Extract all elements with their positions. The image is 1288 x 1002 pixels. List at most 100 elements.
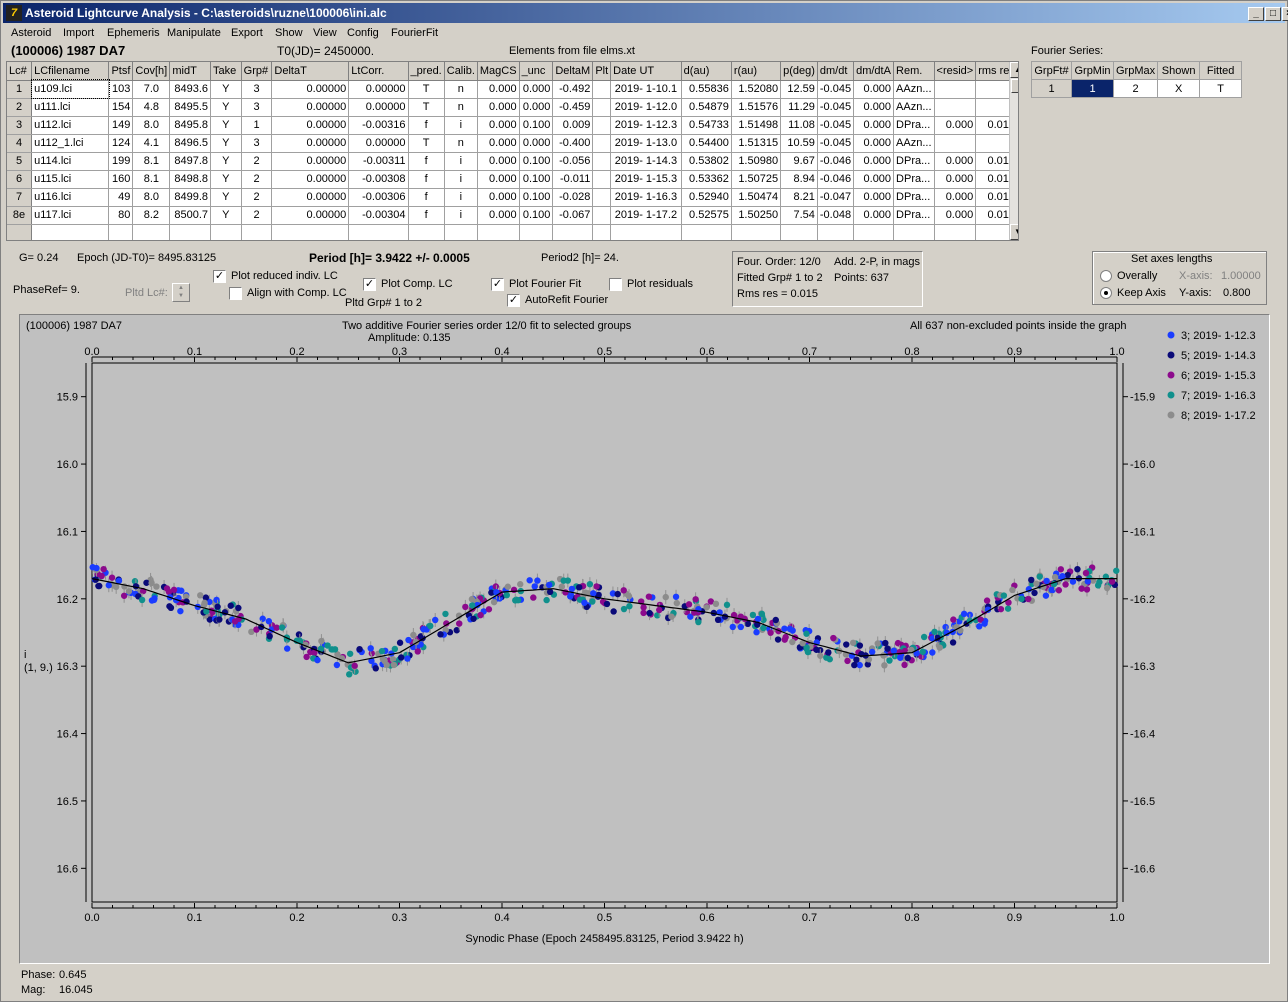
lc-cell[interactable]: 2019- 1-12.0	[610, 98, 682, 117]
lc-cell[interactable]: DPra...	[893, 116, 935, 135]
plot-residuals-checkbox[interactable]	[609, 278, 622, 291]
lc-cell[interactable]: AAzn...	[893, 134, 935, 153]
lc-cell[interactable]	[592, 152, 612, 171]
lc-cell[interactable]: 0.000	[519, 134, 554, 153]
lc-cell[interactable]: 2019- 1-17.2	[610, 206, 682, 225]
lc-cell[interactable]: i	[444, 152, 478, 171]
lc-cell[interactable]: -0.047	[817, 188, 855, 207]
lc-cell[interactable]	[592, 206, 612, 225]
lc-cell[interactable]: 2	[241, 188, 273, 207]
lc-row-number[interactable]: 3	[7, 116, 33, 135]
lc-cell[interactable]: u112.lci	[31, 116, 110, 135]
lc-cell[interactable]: 0.000	[853, 152, 895, 171]
menu-ephemeris[interactable]: Ephemeris	[107, 27, 160, 39]
lc-cell[interactable]: 3	[241, 80, 273, 99]
lc-cell[interactable]: 0.00000	[271, 170, 350, 189]
lc-cell[interactable]: 2019- 1-13.0	[610, 134, 682, 153]
lc-cell[interactable]: Y	[210, 188, 242, 207]
menu-manipulate[interactable]: Manipulate	[167, 27, 221, 39]
lc-cell[interactable]: u117.lci	[31, 206, 110, 225]
lc-cell[interactable]: 199	[108, 152, 134, 171]
lc-cell[interactable]: -0.00316	[348, 116, 409, 135]
menu-view[interactable]: View	[313, 27, 337, 39]
lc-table-row[interactable]: 8e u117.lci 80 8.2 8500.7 Y 2 0.00000 -0.00304 f i…	[7, 206, 1018, 225]
lc-cell[interactable]: 2019- 1-16.3	[610, 188, 682, 207]
lc-cell[interactable]: i	[444, 206, 478, 225]
lc-col-header[interactable]: Calib.	[444, 62, 478, 81]
lc-cell[interactable]: -0.045	[817, 134, 855, 153]
fourier-cell-fitted[interactable]: T	[1199, 79, 1243, 98]
lc-cell[interactable]: 8495.8	[169, 116, 212, 135]
lc-cell[interactable]: -0.00306	[348, 188, 409, 207]
lc-cell[interactable]: 8.0	[132, 188, 171, 207]
lc-cell[interactable]: 0.000	[934, 152, 977, 171]
lc-cell[interactable]: 1.50250	[731, 206, 782, 225]
lc-cell[interactable]: 1.52080	[731, 80, 782, 99]
lc-cell[interactable]: 8497.8	[169, 152, 212, 171]
lc-table-row[interactable]: 2 u111.lci 154 4.8 8495.5 Y 3 0.00000 0.00000 Tn 0…	[7, 98, 1018, 117]
lc-cell[interactable]: 0.54879	[681, 98, 732, 117]
lc-cell[interactable]: 4.8	[132, 98, 171, 117]
plot-reduced-checkbox[interactable]: ✓	[213, 270, 226, 283]
lc-cell[interactable]	[477, 224, 520, 240]
lc-cell[interactable]: -0.045	[817, 116, 855, 135]
lc-cell[interactable]	[31, 224, 110, 240]
lc-cell[interactable]	[592, 224, 612, 240]
lc-col-header[interactable]: LCfilename	[31, 62, 110, 81]
lightcurve-table[interactable]: Lc# LCfilename Ptsf Cov[h] midT Take Grp# Delta…	[6, 61, 1019, 241]
lc-cell[interactable]: 1.51315	[731, 134, 782, 153]
lc-cell[interactable]: 0.000	[934, 206, 977, 225]
lc-cell[interactable]: Y	[210, 206, 242, 225]
lc-cell[interactable]: 160	[108, 170, 134, 189]
lc-cell[interactable]: 0.000	[934, 116, 977, 135]
lc-cell[interactable]: f	[408, 152, 445, 171]
lc-cell[interactable]: 8500.7	[169, 206, 212, 225]
lc-cell[interactable]: 1.51576	[731, 98, 782, 117]
lc-cell[interactable]	[934, 80, 977, 99]
lc-cell[interactable]: u116.lci	[31, 188, 110, 207]
lc-cell[interactable]: -0.00308	[348, 170, 409, 189]
lc-row-number[interactable]: 6	[7, 170, 33, 189]
lc-col-header[interactable]: Take	[210, 62, 242, 81]
lc-cell[interactable]: 0.100	[519, 116, 554, 135]
lc-cell[interactable]: 0.100	[519, 152, 554, 171]
lc-cell[interactable]: 7.0	[132, 80, 171, 99]
lc-cell[interactable]: 0.000	[853, 80, 895, 99]
x-axis-value[interactable]: 1.00000	[1221, 270, 1261, 282]
lc-cell[interactable]: -0.459	[552, 98, 594, 117]
lc-row-number[interactable]: 4	[7, 134, 33, 153]
lc-col-header[interactable]: dm/dtA	[853, 62, 895, 81]
lc-cell[interactable]: 3	[241, 134, 273, 153]
lc-cell[interactable]: 0.100	[519, 188, 554, 207]
lc-cell[interactable]: 0.52940	[681, 188, 732, 207]
lc-cell[interactable]: -0.046	[817, 152, 855, 171]
lc-cell[interactable]	[108, 224, 134, 240]
lc-cell[interactable]: 0.000	[853, 134, 895, 153]
lc-cell[interactable]: 0.00000	[271, 116, 350, 135]
lc-col-header[interactable]: d(au)	[681, 62, 732, 81]
lc-cell[interactable]: Y	[210, 152, 242, 171]
lc-cell[interactable]: 0.53802	[681, 152, 732, 171]
lc-cell[interactable]: f	[408, 170, 445, 189]
lc-cell[interactable]: 1.51498	[731, 116, 782, 135]
lc-cell[interactable]: 0.00000	[348, 98, 409, 117]
fourier-cell-grpft[interactable]: 1	[1031, 79, 1072, 98]
lc-cell[interactable]: Y	[210, 170, 242, 189]
maximize-button[interactable]: □	[1265, 7, 1281, 21]
lc-cell[interactable]: DPra...	[893, 206, 935, 225]
lc-cell[interactable]: 0.000	[853, 188, 895, 207]
lc-cell[interactable]: AAzn...	[893, 98, 935, 117]
fourier-series-table[interactable]: GrpFt# GrpMin GrpMax Shown Fitted 1 1 2 …	[1031, 61, 1243, 98]
lc-cell[interactable]: f	[408, 206, 445, 225]
lc-col-header[interactable]: r(au)	[731, 62, 782, 81]
lc-row-number[interactable]: 5	[7, 152, 33, 171]
lc-col-header[interactable]: Ptsf	[108, 62, 134, 81]
lc-cell[interactable]: 8496.5	[169, 134, 212, 153]
lc-cell[interactable]: 0.00000	[271, 80, 350, 99]
lc-col-header[interactable]: <resid>	[934, 62, 977, 81]
lc-cell[interactable]	[7, 224, 33, 240]
lc-col-header[interactable]: Cov[h]	[132, 62, 171, 81]
lc-cell[interactable]: u111.lci	[31, 98, 110, 117]
lc-cell[interactable]: -0.011	[552, 170, 594, 189]
lc-cell[interactable]	[610, 224, 682, 240]
